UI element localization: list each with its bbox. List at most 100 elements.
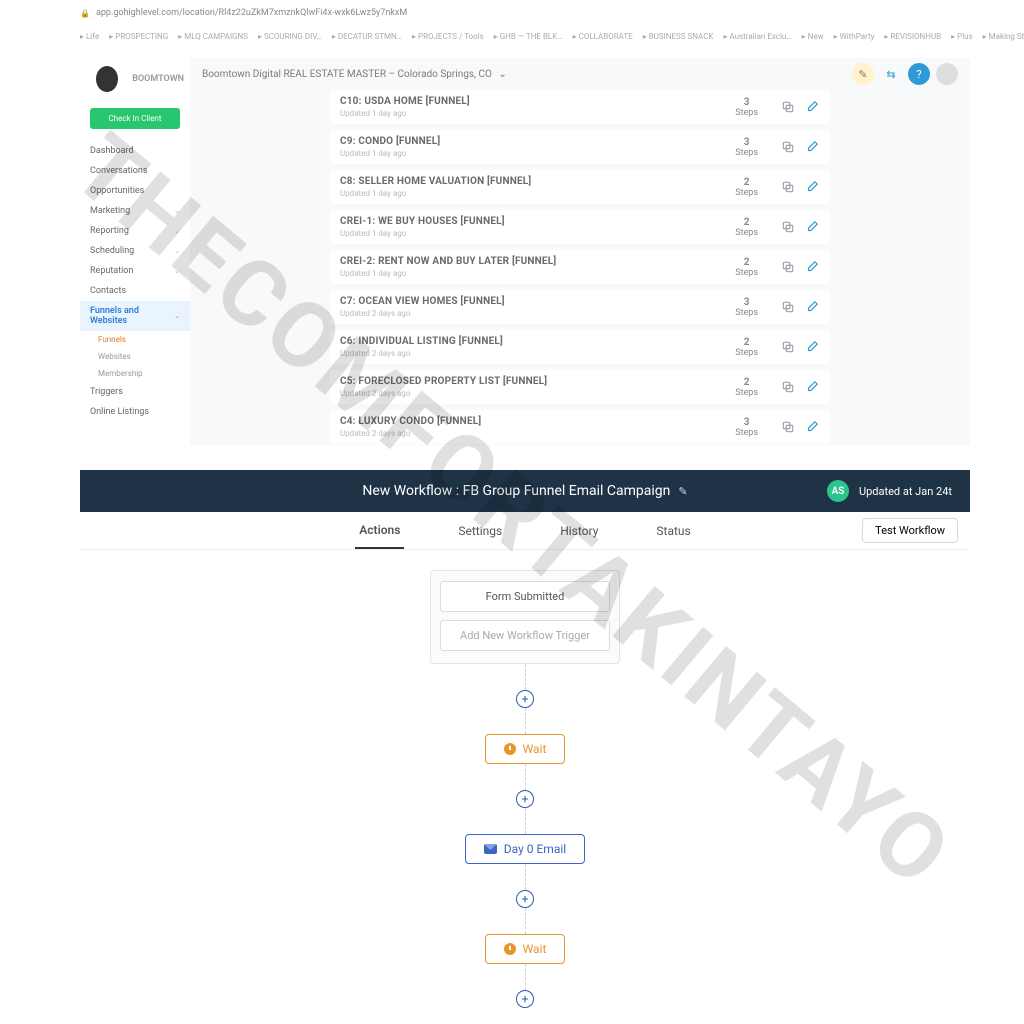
account-switcher[interactable]: Boomtown Digital REAL ESTATE MASTER – Co… xyxy=(202,69,846,80)
bookmarks-bar[interactable]: ▸ Life ▸ PROSPECTING ▸ MLQ CAMPAIGNS ▸ SCOU… xyxy=(0,26,1024,46)
trigger-node[interactable]: Form Submitted xyxy=(440,581,610,612)
bookmark-item[interactable]: ▸ PROSPECTING xyxy=(109,32,168,41)
wait-node[interactable]: Wait xyxy=(485,934,566,964)
sidebar-item[interactable]: Contacts xyxy=(80,281,190,301)
bookmark-item[interactable]: ▸ PROJECTS / Tools xyxy=(412,32,484,41)
bookmark-item[interactable]: ▸ COLLABORATE xyxy=(573,32,633,41)
sidebar-item[interactable]: Triggers xyxy=(80,382,190,402)
check-in-button[interactable]: Check In Client xyxy=(90,108,180,129)
wait-node[interactable]: Wait xyxy=(485,734,566,764)
bookmark-item[interactable]: ▸ New xyxy=(802,32,824,41)
copy-icon[interactable] xyxy=(780,299,796,315)
account-name: Boomtown Digital REAL ESTATE MASTER – Co… xyxy=(202,69,492,80)
updated-text: Updated at Jan 24t xyxy=(859,485,952,498)
sidebar-item[interactable]: Dashboard xyxy=(80,141,190,161)
edit-icon[interactable] xyxy=(804,259,820,275)
copy-icon[interactable] xyxy=(780,379,796,395)
tab-actions[interactable]: Actions xyxy=(355,513,404,549)
bookmark-item[interactable]: ▸ Australian Exclu… xyxy=(723,32,791,41)
edit-icon[interactable] xyxy=(804,179,820,195)
funnel-row[interactable]: C10: USDA HOME [FUNNEL]Updated 1 day ago… xyxy=(330,90,830,124)
add-step-button[interactable]: + xyxy=(516,990,534,1008)
url-text: app.gohighlevel.com/location/Rl4z22uZkM7… xyxy=(96,8,407,18)
user-badge[interactable]: AS xyxy=(827,480,849,502)
email-node[interactable]: Day 0 Email xyxy=(465,834,585,864)
funnel-name: C9: CONDO [FUNNEL] xyxy=(340,136,735,147)
sidebar-item[interactable]: Online Listings xyxy=(80,402,190,422)
bookmark-item[interactable]: ▸ Plus xyxy=(951,32,973,41)
sync-icon[interactable]: ⇆ xyxy=(880,63,902,85)
funnel-steps: 2Steps xyxy=(735,217,758,238)
bookmark-item[interactable]: ▸ WithParty xyxy=(834,32,875,41)
clock-icon xyxy=(504,743,516,755)
sidebar-subitem[interactable]: Membership xyxy=(98,365,190,382)
edit-icon[interactable] xyxy=(804,379,820,395)
tab-status[interactable]: Status xyxy=(652,514,694,548)
add-step-button[interactable]: + xyxy=(516,690,534,708)
edit-icon[interactable] xyxy=(804,139,820,155)
sidebar-item[interactable]: Reporting⌄ xyxy=(80,221,190,241)
tab-history[interactable]: History xyxy=(556,514,602,548)
sidebar-item-label: Dashboard xyxy=(90,146,134,156)
connector xyxy=(525,964,526,990)
copy-icon[interactable] xyxy=(780,99,796,115)
copy-icon[interactable] xyxy=(780,219,796,235)
edit-icon[interactable] xyxy=(804,419,820,435)
edit-icon[interactable] xyxy=(804,339,820,355)
add-step-button[interactable]: + xyxy=(516,790,534,808)
notes-icon[interactable]: ✎ xyxy=(852,63,874,85)
browser-url-bar[interactable]: 🔒 app.gohighlevel.com/location/Rl4z22uZk… xyxy=(0,0,1024,26)
copy-icon[interactable] xyxy=(780,139,796,155)
workflow-tabs: Actions Settings History Status Test Wor… xyxy=(80,512,970,550)
sidebar-item-label: Marketing xyxy=(90,206,130,216)
funnel-row[interactable]: C6: INDIVIDUAL LISTING [FUNNEL]Updated 2… xyxy=(330,330,830,364)
bookmark-item[interactable]: ▸ Life xyxy=(80,32,99,41)
funnel-row[interactable]: CREI-1: WE BUY HOUSES [FUNNEL]Updated 1 … xyxy=(330,210,830,244)
sidebar-item[interactable]: Conversations xyxy=(80,161,190,181)
sidebar-subitem[interactable]: Funnels xyxy=(98,331,190,348)
funnel-row[interactable]: C7: OCEAN VIEW HOMES [FUNNEL]Updated 2 d… xyxy=(330,290,830,324)
sidebar-item[interactable]: Reputation⌄ xyxy=(80,261,190,281)
user-avatar[interactable] xyxy=(936,63,958,85)
workflow-title-text: New Workflow : FB Group Funnel Email Cam… xyxy=(362,483,670,499)
edit-icon[interactable] xyxy=(804,99,820,115)
funnel-row[interactable]: C8: SELLER HOME VALUATION [FUNNEL]Update… xyxy=(330,170,830,204)
bookmark-item[interactable]: ▸ SCOURING DIV… xyxy=(258,32,322,41)
envelope-icon xyxy=(484,844,497,854)
edit-icon[interactable] xyxy=(804,299,820,315)
workflow-canvas[interactable]: Form Submitted Add New Workflow Trigger … xyxy=(80,550,970,1024)
sidebar-item[interactable]: Opportunities xyxy=(80,181,190,201)
chevron-down-icon: ⌄ xyxy=(174,227,180,235)
sidebar-item-label: Contacts xyxy=(90,286,126,296)
funnel-row[interactable]: C9: CONDO [FUNNEL]Updated 1 day ago3Step… xyxy=(330,130,830,164)
sidebar-item[interactable]: Scheduling⌄ xyxy=(80,241,190,261)
copy-icon[interactable] xyxy=(780,259,796,275)
bookmark-item[interactable]: ▸ BUSINESS SNACK xyxy=(643,32,714,41)
sidebar-item[interactable]: Marketing⌄ xyxy=(80,201,190,221)
edit-icon[interactable]: ✎ xyxy=(678,485,687,498)
copy-icon[interactable] xyxy=(780,419,796,435)
help-icon[interactable]: ? xyxy=(908,63,930,85)
funnel-updated: Updated 2 days ago xyxy=(340,389,735,398)
bookmark-item[interactable]: ▸ MLQ CAMPAIGNS xyxy=(178,32,248,41)
edit-icon[interactable] xyxy=(804,219,820,235)
add-trigger-button[interactable]: Add New Workflow Trigger xyxy=(440,620,610,651)
chevron-down-icon: ⌄ xyxy=(498,69,506,80)
bookmark-item[interactable]: ▸ GHB — THE BLK… xyxy=(494,32,563,41)
sidebar-item[interactable]: Funnels and Websites⌄ xyxy=(80,301,190,331)
funnel-row[interactable]: C4: LUXURY CONDO [FUNNEL]Updated 2 days … xyxy=(330,410,830,444)
copy-icon[interactable] xyxy=(780,179,796,195)
add-step-button[interactable]: + xyxy=(516,890,534,908)
connector xyxy=(525,908,526,934)
bookmark-item[interactable]: ▸ Making Stuff B… xyxy=(983,32,1024,41)
bookmark-item[interactable]: ▸ REVISIONHUB xyxy=(884,32,941,41)
sidebar-subitem[interactable]: Websites xyxy=(98,348,190,365)
test-workflow-button[interactable]: Test Workflow xyxy=(862,518,958,543)
brand-name: BOOMTOWN xyxy=(132,74,184,84)
bookmark-item[interactable]: ▸ DECATUR STMN… xyxy=(332,32,402,41)
tab-settings[interactable]: Settings xyxy=(454,514,506,548)
copy-icon[interactable] xyxy=(780,339,796,355)
funnel-row[interactable]: CREI-2: RENT NOW AND BUY LATER [FUNNEL]U… xyxy=(330,250,830,284)
funnel-row[interactable]: C5: FORECLOSED PROPERTY LIST [FUNNEL]Upd… xyxy=(330,370,830,404)
funnel-steps: 3Steps xyxy=(735,297,758,318)
